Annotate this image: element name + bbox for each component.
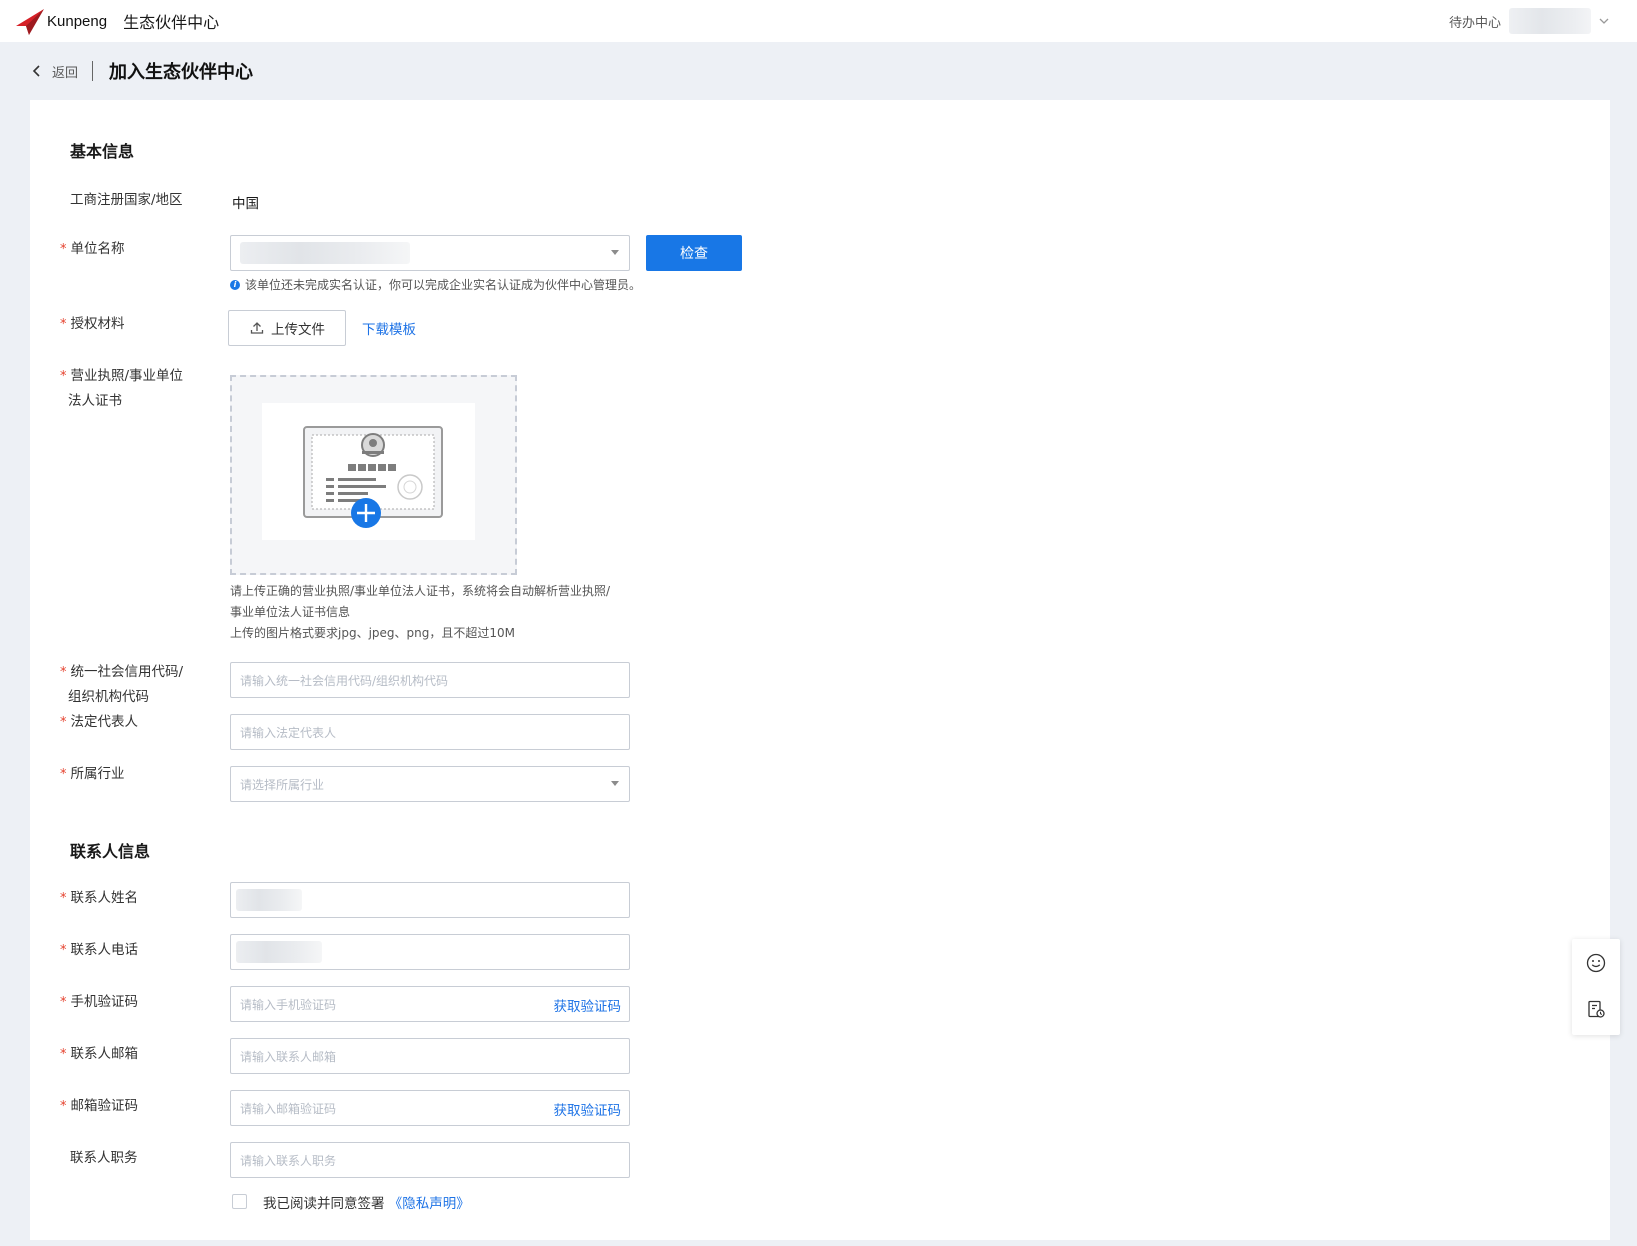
back-link[interactable]: 返回 [52,62,78,81]
privacy-statement-link[interactable]: 《隐私声明》 [389,1196,470,1212]
floating-tool-panel [1572,939,1620,1035]
legal-rep-input[interactable]: 请输入法定代表人 [230,714,630,750]
industry-label: * 所属行业 [60,766,125,782]
todo-center-link[interactable]: 待办中心 [1449,12,1501,31]
sms-code-label: * 手机验证码 [60,994,138,1010]
license-upload-area[interactable] [230,375,517,575]
divider [92,61,94,81]
kunpeng-logo[interactable]: Kunpeng [15,6,107,36]
contact-position-label: 联系人职务 [70,1150,138,1166]
country-value: 中国 [232,196,259,212]
section-title-contact: 联系人信息 [70,842,151,861]
contact-name-blurred-value [236,889,302,911]
agree-checkbox[interactable] [232,1194,247,1209]
credit-code-input[interactable]: 请输入统一社会信用代码/组织机构代码 [230,662,630,698]
user-account-blurred[interactable] [1509,8,1591,34]
caret-down-icon [611,250,619,255]
email-code-input[interactable]: 请输入邮箱验证码 获取验证码 [230,1090,630,1126]
page-header: 返回 加入生态伙伴中心 [30,56,253,86]
unit-name-hint: i 该单位还未完成实名认证，你可以完成企业实名认证成为伙伴中心管理员。 [230,276,641,293]
country-label: 工商注册国家/地区 [70,192,183,208]
top-bar: Kunpeng 生态伙伴中心 待办中心 [0,0,1637,42]
caret-down-icon [611,781,619,786]
contact-email-label: * 联系人邮箱 [60,1046,138,1062]
industry-select[interactable]: 请选择所属行业 [230,766,630,802]
feedback-form-icon[interactable] [1586,999,1606,1019]
check-button[interactable]: 检查 [646,235,742,271]
contact-phone-label: * 联系人电话 [60,942,138,958]
logo-text: Kunpeng [47,12,108,30]
upload-file-button[interactable]: 上传文件 [228,310,346,346]
get-sms-code-button[interactable]: 获取验证码 [554,995,622,1015]
contact-email-input[interactable]: 请输入联系人邮箱 [230,1038,630,1074]
contact-name-input[interactable] [230,882,630,918]
chevron-left-icon[interactable] [30,64,44,78]
contact-phone-input[interactable] [230,934,630,970]
kunpeng-logo-icon [16,9,44,35]
unit-name-select[interactable] [230,235,630,271]
section-title-basic: 基本信息 [70,142,135,161]
contact-position-input[interactable]: 请输入联系人职务 [230,1142,630,1178]
unit-name-blurred-value [240,242,410,264]
page-title: 加入生态伙伴中心 [109,62,254,83]
smiley-icon[interactable] [1586,953,1606,973]
license-label: * 营业执照/事业单位 法人证书 [60,368,184,409]
legal-rep-label: * 法定代表人 [60,714,138,730]
download-template-link[interactable]: 下载模板 [362,318,416,338]
chevron-down-icon[interactable] [1595,12,1613,30]
app-name[interactable]: 生态伙伴中心 [123,9,219,33]
agree-text: 我已阅读并同意签署 《隐私声明》 [263,1196,470,1212]
contact-name-label: * 联系人姓名 [60,890,138,906]
credit-code-label: * 统一社会信用代码/ 组织机构代码 [60,664,184,705]
license-description: 请上传正确的营业执照/事业单位法人证书，系统将会自动解析营业执照/ 事业单位法人… [230,584,611,640]
get-email-code-button[interactable]: 获取验证码 [554,1099,622,1119]
upload-icon [250,322,264,334]
email-code-label: * 邮箱验证码 [60,1098,138,1114]
sms-code-input[interactable]: 请输入手机验证码 获取验证码 [230,986,630,1022]
certificate-placeholder-icon [303,426,443,528]
info-icon: i [230,279,240,290]
license-upload-preview [262,403,475,540]
auth-material-label: * 授权材料 [60,316,125,332]
form-card: 基本信息 工商注册国家/地区 中国 * 单位名称 检查 i 该单位还未完成实名认证… [30,100,1610,1240]
unit-name-label: * 单位名称 [60,241,125,257]
contact-phone-blurred-value [236,941,322,963]
